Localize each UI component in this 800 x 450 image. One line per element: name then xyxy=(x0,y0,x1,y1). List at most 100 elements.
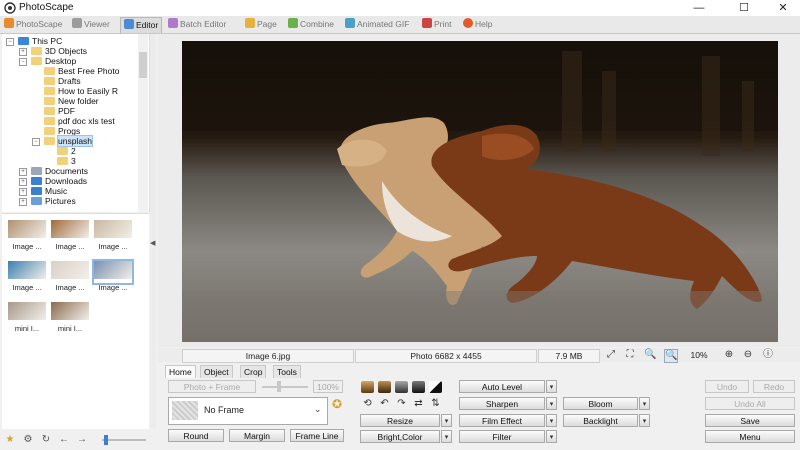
sharpen-dropdown[interactable]: ▾ xyxy=(546,397,557,410)
flip-horizontal-icon[interactable]: ⇄ xyxy=(412,398,425,410)
folder-tree[interactable]: − This PC +3D Objects − Desktop Best Free Pho… xyxy=(2,34,150,212)
folder-icon xyxy=(44,67,55,75)
film-effect-button[interactable]: Film Effect xyxy=(459,414,545,427)
opacity-slider-handle[interactable] xyxy=(277,381,281,392)
zoom-out-icon[interactable]: ⊖ xyxy=(742,349,754,361)
thumbnail[interactable] xyxy=(92,259,134,285)
photo-frame-button[interactable]: Photo + Frame xyxy=(168,380,256,393)
thumbnail[interactable] xyxy=(8,220,46,242)
filter-dropdown[interactable]: ▾ xyxy=(546,430,557,443)
thumbnail[interactable] xyxy=(51,220,89,242)
edited-photo[interactable] xyxy=(182,41,778,342)
fit-window-icon[interactable]: ⤢ xyxy=(605,349,617,361)
music-icon xyxy=(31,187,42,195)
sharpen-button[interactable]: Sharpen xyxy=(459,397,545,410)
close-button[interactable]: ✕ xyxy=(766,0,800,16)
thumbnail[interactable] xyxy=(51,302,89,324)
tab-print[interactable]: Print xyxy=(422,17,451,32)
margin-button[interactable]: Margin xyxy=(229,429,285,442)
thumbnail[interactable] xyxy=(94,220,132,242)
collapse-icon[interactable]: − xyxy=(19,58,27,66)
tree-item-label: Downloads xyxy=(45,176,88,186)
expand-icon[interactable]: + xyxy=(19,198,27,206)
grayscale-icon[interactable] xyxy=(395,381,408,393)
redo-button[interactable]: Redo xyxy=(753,380,795,393)
expand-icon[interactable]: + xyxy=(19,48,27,56)
zoom-actual-icon[interactable]: 🔍 xyxy=(644,349,656,361)
minimize-button[interactable]: — xyxy=(682,0,716,16)
rotate-left-icon[interactable]: ⟲ xyxy=(361,398,374,410)
contrast-icon[interactable] xyxy=(429,381,442,393)
tree-item-label: Progs xyxy=(58,126,81,136)
thumbnail-caption: Image ... xyxy=(55,242,85,251)
menu-button[interactable]: Menu xyxy=(705,430,795,443)
brightness-low-icon[interactable] xyxy=(378,381,391,393)
tab-object[interactable]: Object xyxy=(200,365,233,378)
tab-page[interactable]: Page xyxy=(245,17,277,32)
bloom-dropdown[interactable]: ▾ xyxy=(639,397,650,410)
zoom-in-icon[interactable]: ⊕ xyxy=(723,349,735,361)
auto-level-dropdown[interactable]: ▾ xyxy=(546,380,557,393)
frame-select[interactable]: No Frame ⌄ xyxy=(168,397,328,425)
thumbnail-size-handle[interactable] xyxy=(104,435,108,445)
folder-icon xyxy=(44,127,55,135)
panel-splitter[interactable]: ◀ xyxy=(150,34,156,428)
rotate-right-icon[interactable]: ↷ xyxy=(395,398,408,410)
collapse-icon[interactable]: − xyxy=(32,138,40,146)
collapse-icon[interactable]: − xyxy=(6,38,14,46)
forward-arrow-icon[interactable]: → xyxy=(76,434,88,445)
round-button[interactable]: Round xyxy=(168,429,224,442)
tab-crop[interactable]: Crop xyxy=(240,365,267,378)
folder-icon xyxy=(44,117,55,125)
maximize-button[interactable]: ☐ xyxy=(727,0,761,16)
tab-home[interactable]: Home xyxy=(165,365,196,378)
folder-options-icon[interactable]: ⚙ xyxy=(22,434,34,445)
resize-dropdown[interactable]: ▾ xyxy=(441,414,452,427)
frame-line-button[interactable]: Frame Line xyxy=(290,429,344,442)
film-effect-dropdown[interactable]: ▾ xyxy=(546,414,557,427)
resize-button[interactable]: Resize xyxy=(360,414,440,427)
brightness-auto-icon[interactable] xyxy=(361,381,374,393)
tab-animated-gif[interactable]: Animated GIF xyxy=(345,17,409,32)
backlight-button[interactable]: Backlight xyxy=(563,414,638,427)
filter-button[interactable]: Filter xyxy=(459,430,545,443)
thumbnail[interactable] xyxy=(51,261,89,283)
darken-icon[interactable] xyxy=(412,381,425,393)
tree-scroll-thumb[interactable] xyxy=(139,52,147,78)
thumbnail-size-slider[interactable] xyxy=(102,439,146,441)
tab-photoscape[interactable]: PhotoScape xyxy=(4,17,62,32)
tab-batch-editor[interactable]: Batch Editor xyxy=(168,17,226,32)
back-arrow-icon[interactable]: ← xyxy=(58,434,70,445)
tab-editor[interactable]: Editor xyxy=(120,17,163,33)
tab-help[interactable]: Help xyxy=(463,17,492,32)
refresh-icon[interactable]: ↻ xyxy=(40,434,52,445)
tab-combine[interactable]: Combine xyxy=(288,17,334,32)
expand-icon[interactable]: + xyxy=(19,168,27,176)
thumbnail[interactable] xyxy=(8,302,46,324)
favorite-folder-icon[interactable]: ★ xyxy=(4,434,16,445)
opacity-slider[interactable] xyxy=(262,386,308,388)
tree-item-label: Pictures xyxy=(45,196,76,206)
tab-viewer[interactable]: Viewer xyxy=(72,17,110,32)
thumbnail-image xyxy=(51,220,89,238)
bloom-button[interactable]: Bloom xyxy=(563,397,638,410)
expand-icon[interactable]: + xyxy=(19,188,27,196)
backlight-dropdown[interactable]: ▾ xyxy=(639,414,650,427)
save-button[interactable]: Save xyxy=(705,414,795,427)
expand-icon[interactable]: + xyxy=(19,178,27,186)
flip-vertical-icon[interactable]: ⇅ xyxy=(429,398,442,410)
auto-level-button[interactable]: Auto Level xyxy=(459,380,545,393)
undo-all-button[interactable]: Undo All xyxy=(705,397,795,410)
undo-button[interactable]: Undo xyxy=(705,380,749,393)
folder-icon xyxy=(57,157,68,165)
fullscreen-icon[interactable]: ⛶ xyxy=(624,349,636,361)
thumbnail[interactable] xyxy=(8,261,46,283)
rotate-icon[interactable]: ↶ xyxy=(378,398,391,410)
collapse-arrow-icon[interactable]: ◀ xyxy=(150,239,155,247)
tab-tools[interactable]: Tools xyxy=(273,365,301,378)
info-icon[interactable]: ⓘ xyxy=(762,349,774,361)
bright-color-button[interactable]: Bright,Color xyxy=(360,430,440,443)
zoom-fit-icon[interactable]: 🔍 xyxy=(664,349,678,363)
favorite-frame-icon[interactable]: ✪ xyxy=(332,397,342,411)
bright-color-dropdown[interactable]: ▾ xyxy=(441,430,452,443)
